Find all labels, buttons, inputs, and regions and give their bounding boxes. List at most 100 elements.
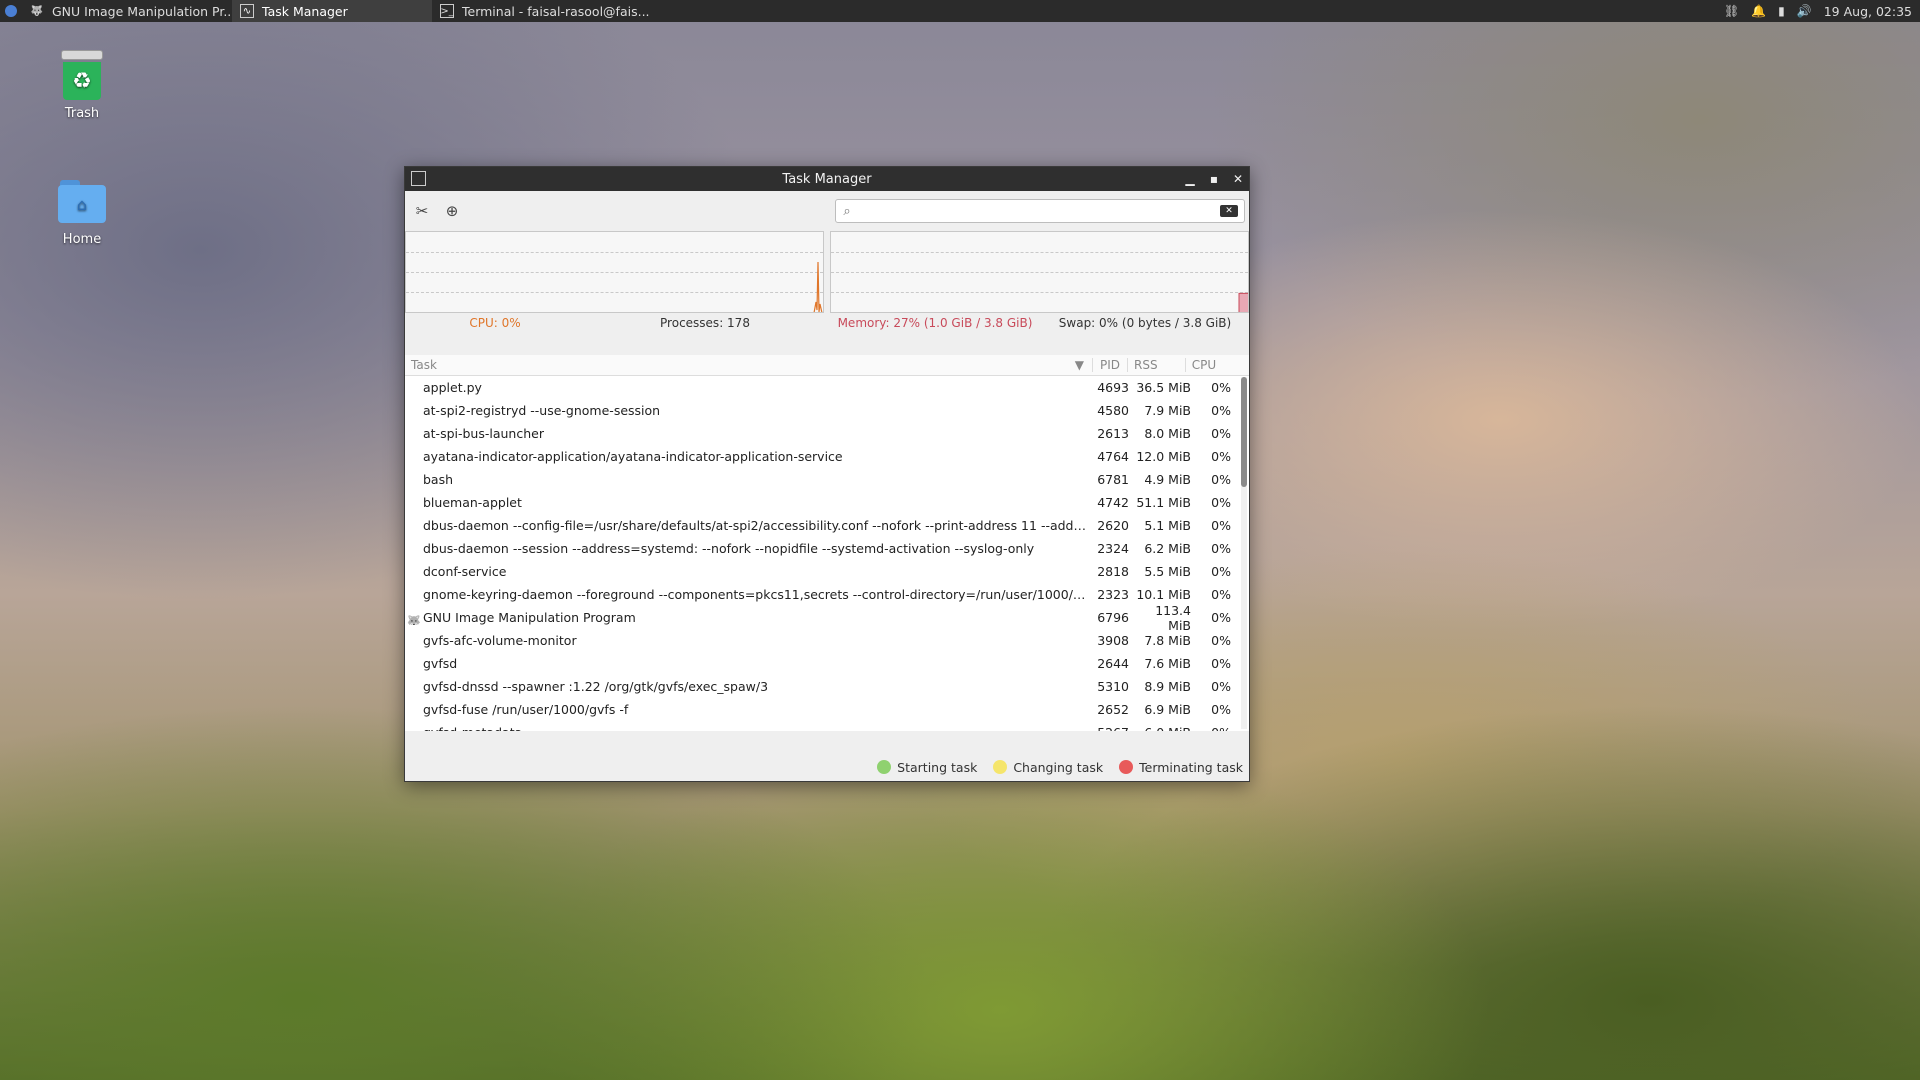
cell-pid: 2323 xyxy=(1097,587,1129,602)
cell-pid: 6796 xyxy=(1097,610,1129,625)
task-manager-icon: ∿ xyxy=(240,4,254,18)
cell-cpu: 0% xyxy=(1211,702,1231,717)
cell-cpu: 0% xyxy=(1211,472,1231,487)
network-icon[interactable]: ⛓ xyxy=(1724,4,1739,18)
stats-bar: CPU: 0% Processes: 178 Memory: 27% (1.0 … xyxy=(405,313,1249,333)
trash-icon: ♻ xyxy=(61,50,103,100)
scrollbar-thumb[interactable] xyxy=(1241,377,1247,487)
cell-rss: 113.4 MiB xyxy=(1155,602,1191,633)
desktop-icon-label: Home xyxy=(62,232,102,247)
table-row[interactable]: gvfsd-fuse /run/user/1000/gvfs -f 2652 6.9… xyxy=(405,698,1249,721)
table-row[interactable]: gvfsd-dnssd --spawner :1.22 /org/gtk/gvf… xyxy=(405,675,1249,698)
taskbar-item-task-manager[interactable]: ∿ Task Manager xyxy=(232,0,432,22)
top-panel: 🐺 GNU Image Manipulation Pr... ∿ Task Ma… xyxy=(0,0,1920,22)
cell-rss: 7.8 MiB xyxy=(1144,633,1191,648)
cell-rss: 10.1 MiB xyxy=(1136,587,1191,602)
table-row[interactable]: gvfsd 2644 7.6 MiB 0% xyxy=(405,652,1249,675)
cell-rss: 7.9 MiB xyxy=(1144,403,1191,418)
table-row[interactable]: gnome-keyring-daemon --foreground --comp… xyxy=(405,583,1249,606)
table-row[interactable]: bash 6781 4.9 MiB 0% xyxy=(405,468,1249,491)
volume-icon[interactable]: 🔊 xyxy=(1797,4,1812,18)
cell-rss: 4.9 MiB xyxy=(1144,472,1191,487)
table-row[interactable]: GNU Image Manipulation Program 🐺 6796 113.4… xyxy=(405,603,1249,633)
memory-graph xyxy=(830,231,1249,313)
cell-rss: 5.5 MiB xyxy=(1144,564,1191,579)
cell-rss: 8.9 MiB xyxy=(1144,679,1191,694)
cell-cpu: 0% xyxy=(1211,449,1231,464)
table-row[interactable]: gvfsd-metadata52676.0 MiB0% xyxy=(405,721,1249,731)
cell-pid: 6781 xyxy=(1097,472,1129,487)
settings-tools-icon[interactable]: ✂ xyxy=(409,198,435,224)
starting-dot-icon xyxy=(877,760,892,774)
column-header-pid[interactable]: PID xyxy=(1093,358,1128,372)
gimp-icon: 🐺 xyxy=(30,5,44,17)
column-header-rss[interactable]: RSS xyxy=(1128,358,1186,372)
sort-chevron-down-icon[interactable]: ▼ xyxy=(1075,358,1084,372)
cell-task: applet.py xyxy=(423,380,482,395)
legend-terminating: Terminating task xyxy=(1119,760,1243,775)
clear-search-icon[interactable]: ✕ xyxy=(1220,205,1238,217)
cell-rss: 7.6 MiB xyxy=(1144,656,1191,671)
cell-rss: 6.0 MiB xyxy=(1133,725,1195,731)
cell-cpu: 0% xyxy=(1211,495,1231,510)
cell-task: blueman-applet xyxy=(423,495,522,510)
menu-icon xyxy=(5,5,17,17)
vertical-scrollbar[interactable] xyxy=(1241,377,1247,729)
taskbar-item-gimp[interactable]: 🐺 GNU Image Manipulation Pr... xyxy=(22,0,232,22)
taskbar-item-label: GNU Image Manipulation Pr... xyxy=(52,3,232,19)
cell-task: gvfs-afc-volume-monitor xyxy=(423,633,577,648)
minimize-icon[interactable]: ▁ xyxy=(1185,172,1195,186)
taskbar-item-label: Terminal - faisal-rasool@fais... xyxy=(462,3,650,19)
cell-task: dbus-daemon --session --address=systemd:… xyxy=(423,541,1035,556)
cpu-graph-plot xyxy=(813,261,823,312)
processes-stat: Processes: 178 xyxy=(660,316,750,330)
cell-cpu: 0% xyxy=(1211,564,1231,579)
crosshair-icon[interactable]: ⊕ xyxy=(439,198,465,224)
task-manager-icon xyxy=(411,171,426,186)
home-folder-icon: ⌂ xyxy=(58,180,106,224)
window-titlebar[interactable]: Task Manager ▁ ▪ ✕ xyxy=(405,167,1249,191)
taskbar-item-terminal[interactable]: >_ Terminal - faisal-rasool@fais... xyxy=(432,0,652,22)
cell-pid: 5267 xyxy=(1089,725,1133,731)
cell-pid: 4742 xyxy=(1097,495,1129,510)
changing-dot-icon xyxy=(993,760,1008,774)
table-row[interactable]: dbus-daemon --config-file=/usr/share/def… xyxy=(405,514,1249,537)
cell-task: gvfsd xyxy=(423,656,458,671)
table-row[interactable]: dbus-daemon --session --address=systemd:… xyxy=(405,537,1249,560)
table-row[interactable]: applet.py 4693 36.5 MiB 0% xyxy=(405,376,1249,399)
table-header: Task ▼ PID RSS CPU xyxy=(405,355,1249,376)
process-table: Task ▼ PID RSS CPU applet.py 4693 36.5 MiB… xyxy=(405,355,1249,731)
cell-pid: 5310 xyxy=(1097,679,1129,694)
cpu-stat: CPU: 0% xyxy=(469,316,521,330)
table-row[interactable]: gvfs-afc-volume-monitor 3908 7.8 MiB 0% xyxy=(405,629,1249,652)
cell-pid: 4764 xyxy=(1097,449,1129,464)
memory-stat: Memory: 27% (1.0 GiB / 3.8 GiB) xyxy=(837,316,1033,330)
cell-rss: 12.0 MiB xyxy=(1136,449,1191,464)
table-row[interactable]: dconf-service 2818 5.5 MiB 0% xyxy=(405,560,1249,583)
battery-icon[interactable]: ▮ xyxy=(1778,4,1785,18)
close-icon[interactable]: ✕ xyxy=(1233,172,1243,186)
cell-rss: 6.9 MiB xyxy=(1144,702,1191,717)
search-input[interactable] xyxy=(858,202,1220,220)
notification-bell-icon[interactable]: 🔔 xyxy=(1751,4,1766,18)
cell-task: gnome-keyring-daemon --foreground --comp… xyxy=(423,587,1089,602)
memory-graph-plot xyxy=(1238,292,1248,312)
cell-pid: 2324 xyxy=(1097,541,1129,556)
desktop-icon-home[interactable]: ⌂ Home xyxy=(32,180,132,247)
clock[interactable]: 19 Aug, 02:35 xyxy=(1824,4,1912,19)
table-row[interactable]: at-spi-bus-launcher 2613 8.0 MiB 0% xyxy=(405,422,1249,445)
table-row[interactable]: ayatana-indicator-application/ayatana-in… xyxy=(405,445,1249,468)
cell-task: gvfsd-dnssd --spawner :1.22 /org/gtk/gvf… xyxy=(423,679,769,694)
cell-rss: 51.1 MiB xyxy=(1136,495,1191,510)
desktop-icon-trash[interactable]: ♻ Trash xyxy=(32,50,132,121)
cell-task: dconf-service xyxy=(423,564,507,579)
cell-pid: 2613 xyxy=(1097,426,1129,441)
whisker-menu-button[interactable] xyxy=(0,0,22,22)
table-row[interactable]: blueman-applet 4742 51.1 MiB 0% xyxy=(405,491,1249,514)
cell-pid: 2620 xyxy=(1097,518,1129,533)
graphs xyxy=(405,231,1249,313)
column-header-cpu[interactable]: CPU xyxy=(1186,358,1222,372)
table-row[interactable]: at-spi2-registryd --use-gnome-session 458… xyxy=(405,399,1249,422)
maximize-icon[interactable]: ▪ xyxy=(1209,172,1219,186)
column-header-task[interactable]: Task ▼ xyxy=(405,358,1093,372)
